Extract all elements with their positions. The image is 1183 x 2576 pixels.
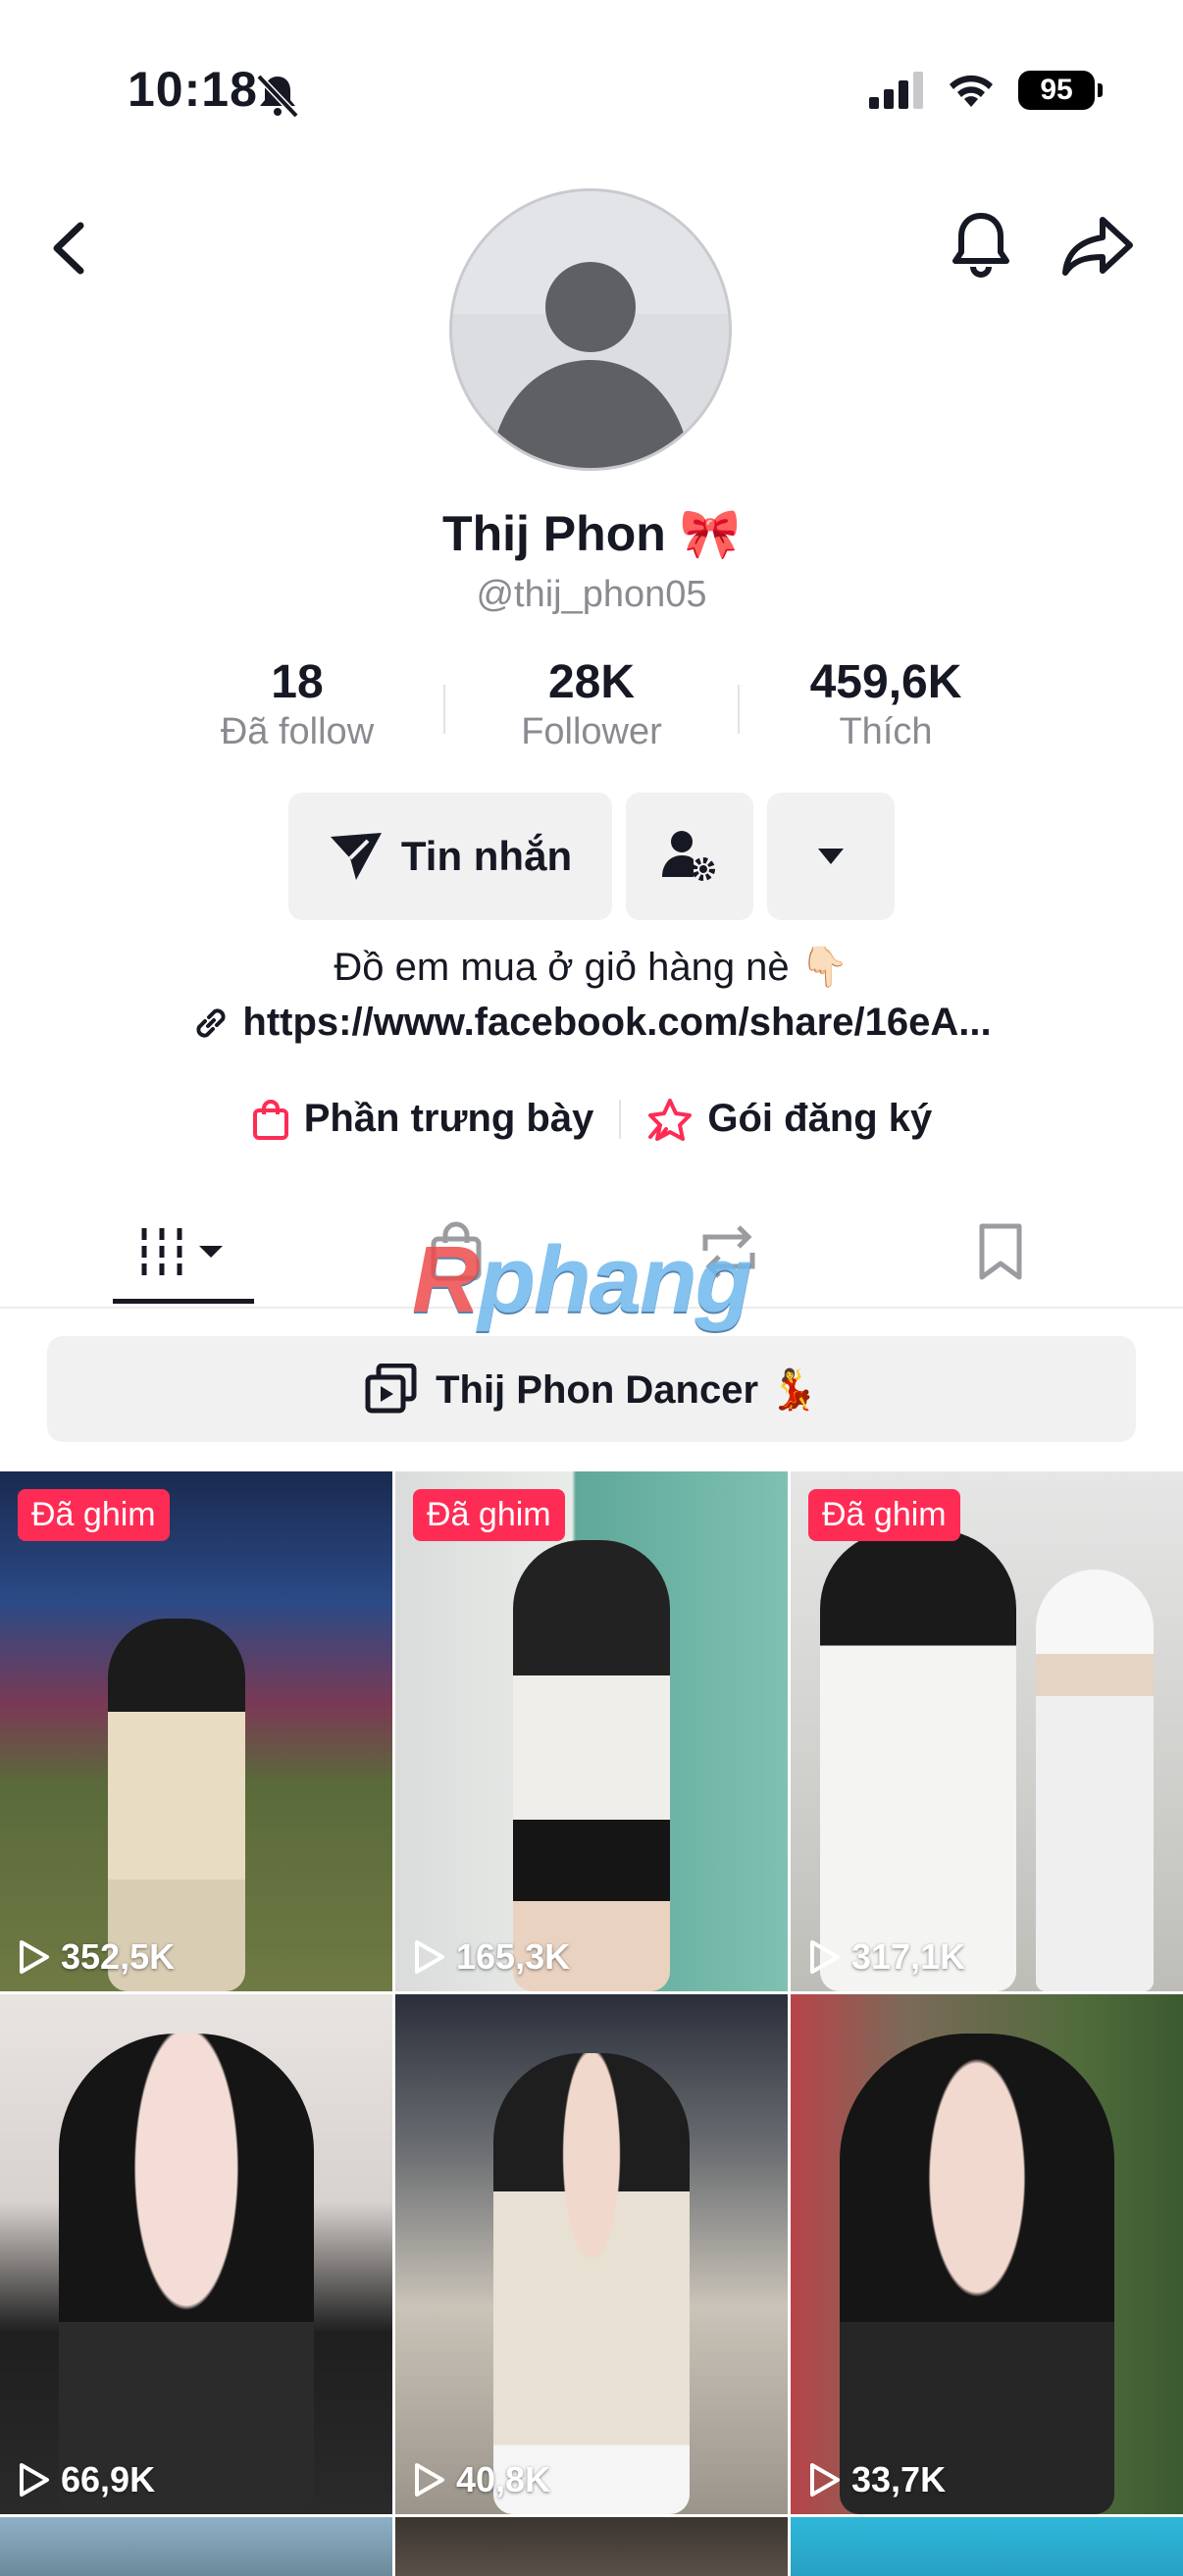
status-indicators: 95 [869, 71, 1103, 110]
battery-indicator: 95 [1018, 71, 1103, 110]
view-count: 352,5K [18, 1936, 175, 1978]
video-thumbnail[interactable]: 66,9K [0, 1994, 392, 2514]
stat-followers-label: Follower [521, 711, 662, 752]
stat-likes-label: Thích [839, 711, 933, 752]
showcase-label: Phần trưng bày [303, 1097, 594, 1140]
stat-likes[interactable]: 459,6K Thích [739, 655, 1033, 753]
default-avatar-icon [452, 191, 729, 468]
play-icon [415, 2463, 444, 2497]
video-thumbnail[interactable]: Đã ghim 317,1K [791, 1471, 1183, 1991]
video-thumbnail[interactable] [0, 2517, 392, 2576]
back-icon[interactable] [39, 214, 98, 283]
caret-down-icon [818, 849, 844, 864]
tab-videos[interactable] [118, 1216, 249, 1287]
message-button[interactable]: Tin nhắn [288, 793, 612, 920]
view-count-value: 33,7K [851, 2459, 947, 2499]
avatar[interactable] [449, 188, 732, 471]
video-subject [108, 1619, 245, 1991]
send-message-icon [330, 833, 382, 880]
view-count: 33,7K [808, 2459, 946, 2500]
view-count-value: 352,5K [61, 1936, 176, 1977]
showcase-link[interactable]: Phần trưng bày [251, 1097, 594, 1141]
play-icon [810, 1940, 840, 1974]
pinned-badge: Đã ghim [808, 1489, 960, 1541]
video-subject [59, 2034, 314, 2514]
view-count: 40,8K [413, 2459, 550, 2500]
playlist-title: Thij Phon Dancer 💃 [436, 1367, 818, 1412]
video-thumbnail[interactable]: Đã ghim 352,5K [0, 1471, 392, 1991]
pinned-badge: Đã ghim [413, 1489, 565, 1541]
tab-saved[interactable] [956, 1216, 1045, 1287]
video-subject [1036, 1570, 1154, 1991]
view-count: 165,3K [413, 1936, 570, 1978]
video-thumbnail[interactable]: 40,8K [395, 1994, 788, 2514]
pinned-badge: Đã ghim [18, 1489, 170, 1541]
subscription-link[interactable]: Gói đăng ký [646, 1097, 932, 1141]
username: @thij_phon05 [476, 574, 707, 615]
display-name: Thij Phon 🎀 [442, 506, 741, 561]
video-thumbnail[interactable] [791, 2517, 1183, 2576]
view-count: 66,9K [18, 2459, 155, 2500]
videos-grid-icon [141, 1228, 223, 1275]
view-count-value: 317,1K [851, 1936, 966, 1977]
view-count-value: 40,8K [456, 2459, 551, 2499]
cellular-signal-icon [869, 72, 923, 109]
watermark-text: phang [478, 1227, 752, 1332]
watermark-logo: Rphang [412, 1226, 752, 1334]
video-subject [513, 1540, 670, 1991]
watermark-r: R [412, 1227, 480, 1332]
manage-friend-button[interactable] [626, 793, 753, 920]
stat-followers[interactable]: 28K Follower [443, 655, 740, 753]
bookmark-icon [979, 1223, 1022, 1280]
profile-stats: 18 Đã follow 28K Follower 459,6K Thích [0, 655, 1183, 753]
video-thumbnail[interactable] [395, 2517, 788, 2576]
view-count: 317,1K [808, 1936, 965, 1978]
view-count-value: 66,9K [61, 2459, 156, 2499]
link-icon [196, 1007, 226, 1038]
play-icon [20, 2463, 49, 2497]
shopping-bag-icon [252, 1099, 288, 1140]
profile-features: Phần trưng bày Gói đăng ký [0, 1097, 1183, 1141]
playlist-icon [365, 1364, 417, 1414]
video-subject [493, 2053, 690, 2514]
video-subject [840, 2034, 1114, 2514]
subscription-label: Gói đăng ký [707, 1097, 933, 1140]
person-settings-icon [662, 831, 715, 881]
subscription-star-icon [648, 1098, 693, 1141]
video-subject [820, 1530, 1016, 1991]
stat-likes-value: 459,6K [809, 656, 962, 708]
view-count-value: 165,3K [456, 1936, 571, 1977]
message-button-label: Tin nhắn [400, 833, 573, 879]
stat-following-label: Đã follow [220, 711, 375, 752]
profile-link[interactable]: https://www.facebook.com/share/16eA... [0, 1001, 1183, 1045]
stat-divider [443, 685, 445, 734]
share-icon[interactable] [1059, 206, 1138, 284]
stat-following[interactable]: 18 Đã follow [150, 655, 444, 753]
video-thumbnail[interactable]: 33,7K [791, 1994, 1183, 2514]
feature-divider [619, 1099, 622, 1139]
video-thumbnail[interactable]: Đã ghim 165,3K [395, 1471, 788, 1991]
status-time: 10:18 [128, 62, 258, 117]
wifi-icon [950, 75, 993, 107]
profile-actions: Tin nhắn [0, 793, 1183, 920]
notification-bell-icon[interactable] [942, 206, 1020, 284]
profile-bio: Đồ em mua ở giỏ hàng nè 👇🏻 [334, 946, 849, 989]
silent-bell-icon [256, 74, 299, 119]
more-options-button[interactable] [767, 793, 895, 920]
play-icon [810, 2463, 840, 2497]
profile-link-text: https://www.facebook.com/share/16eA... [242, 1001, 992, 1044]
playlist-button[interactable]: Thij Phon Dancer 💃 [47, 1336, 1136, 1442]
video-grid: Đã ghim 352,5K Đã ghim 165,3K Đã ghim 31… [0, 1471, 1183, 2576]
active-tab-indicator [113, 1299, 254, 1304]
stat-following-value: 18 [271, 656, 324, 708]
play-icon [415, 1940, 444, 1974]
play-icon [20, 1940, 49, 1974]
stat-followers-value: 28K [547, 656, 636, 708]
